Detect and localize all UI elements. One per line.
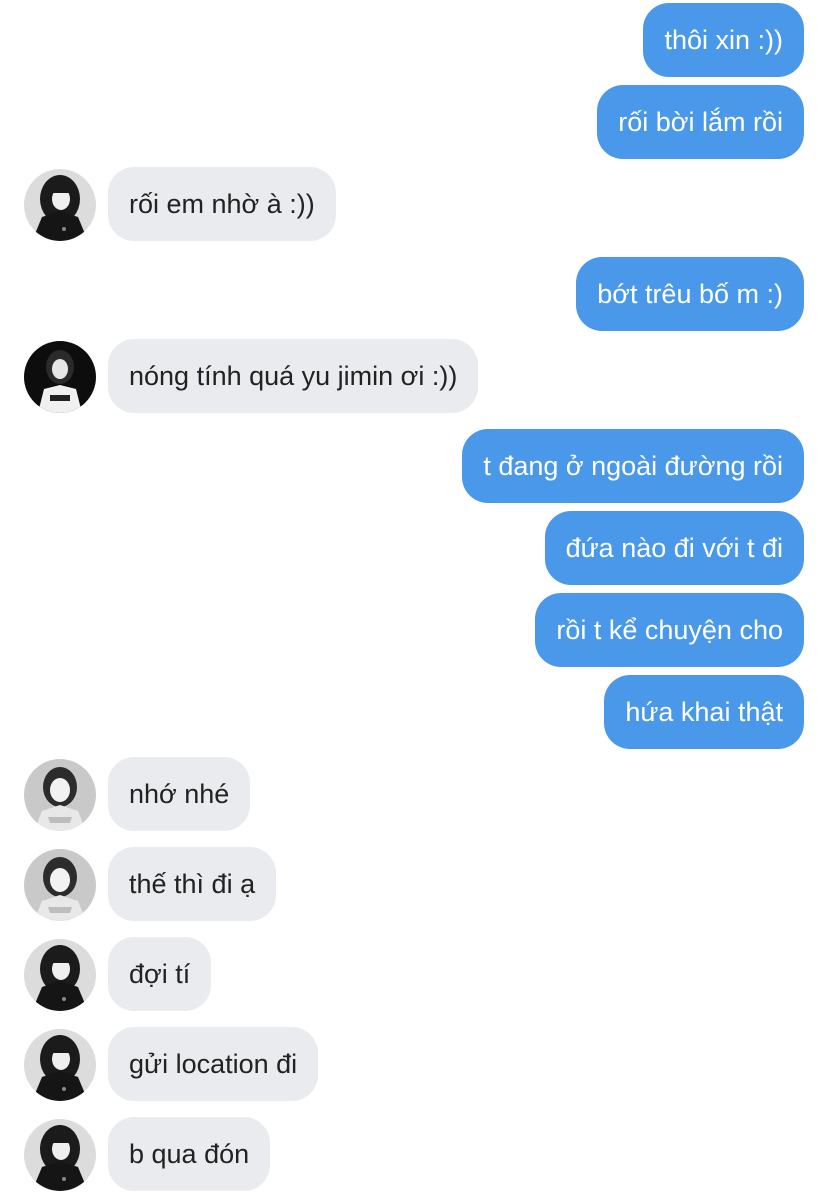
incoming-message-bubble[interactable]: b qua đón bbox=[108, 1117, 271, 1191]
incoming-message-bubble[interactable]: đợi tí bbox=[108, 937, 212, 1011]
outgoing-message-bubble[interactable]: thôi xin :)) bbox=[643, 3, 804, 77]
incoming-message-bubble[interactable]: gửi location đi bbox=[108, 1027, 319, 1101]
contact-avatar-light-icon[interactable] bbox=[24, 849, 96, 921]
outgoing-message-bubble[interactable]: rối bời lắm rồi bbox=[597, 85, 804, 159]
contact-avatar-dark-icon[interactable] bbox=[24, 169, 96, 241]
incoming-message-bubble[interactable]: nóng tính quá yu jimin ơi :)) bbox=[108, 339, 479, 413]
outgoing-message-bubble[interactable]: hứa khai thật bbox=[604, 675, 804, 749]
outgoing-message-bubble[interactable]: t đang ở ngoài đường rồi bbox=[462, 429, 804, 503]
incoming-message-bubble[interactable]: nhớ nhé bbox=[108, 757, 251, 831]
contact-avatar-dark-icon[interactable] bbox=[24, 1119, 96, 1191]
outgoing-message-bubble[interactable]: rồi t kể chuyện cho bbox=[535, 593, 804, 667]
contact-avatar-dark-icon[interactable] bbox=[24, 939, 96, 1011]
contact-avatar-black-background-icon[interactable] bbox=[24, 341, 96, 413]
contact-avatar-light-icon[interactable] bbox=[24, 759, 96, 831]
outgoing-message-bubble[interactable]: bớt trêu bố m :) bbox=[576, 257, 804, 331]
contact-avatar-dark-icon[interactable] bbox=[24, 1029, 96, 1101]
incoming-message-bubble[interactable]: thế thì đi ạ bbox=[108, 847, 277, 921]
outgoing-message-bubble[interactable]: đứa nào đi với t đi bbox=[544, 511, 804, 585]
incoming-message-bubble[interactable]: rối em nhờ à :)) bbox=[108, 167, 336, 241]
